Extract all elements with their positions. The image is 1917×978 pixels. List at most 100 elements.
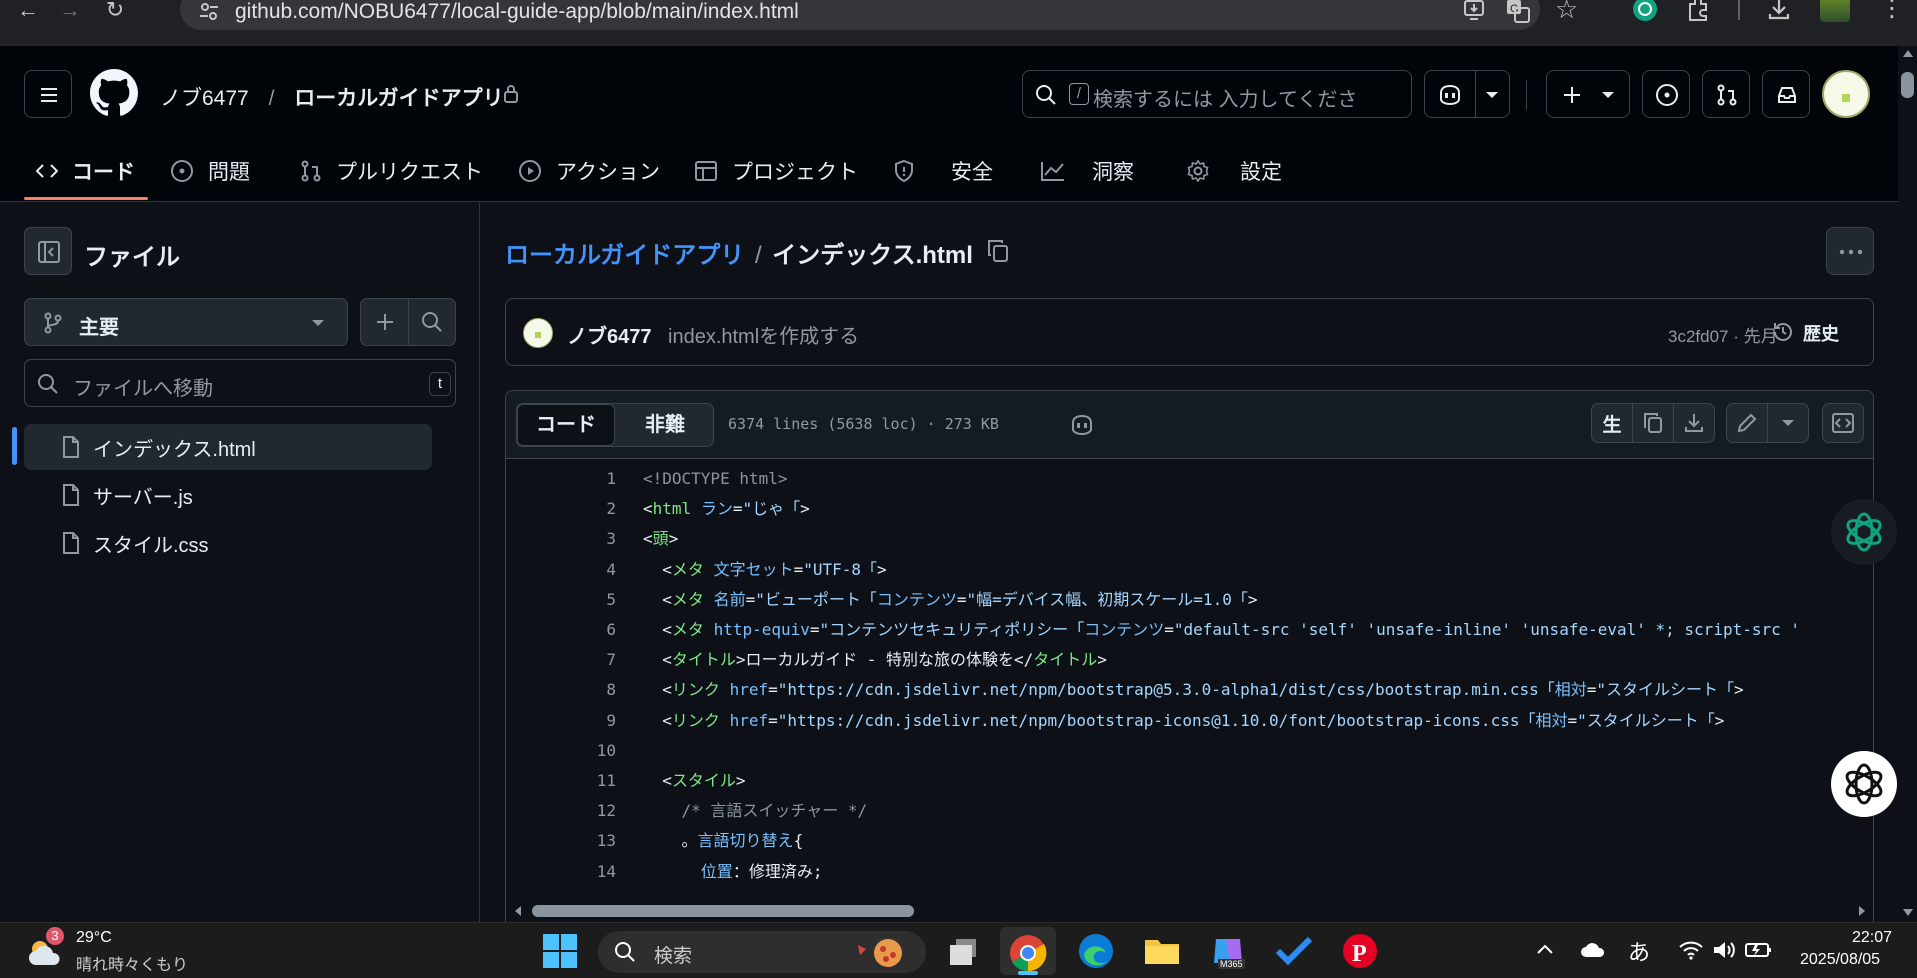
m365-copilot-taskbar-button[interactable]: M365 — [1208, 931, 1248, 971]
line-number[interactable]: 2 — [506, 494, 616, 524]
tab-settings[interactable]: 設定 — [1186, 151, 1282, 191]
file-tree-item[interactable]: スタイル.css — [24, 520, 432, 566]
history-link[interactable]: 歴史 — [1803, 320, 1839, 346]
site-info-icon[interactable] — [198, 0, 220, 22]
edit-options-dropdown[interactable] — [1767, 403, 1809, 443]
history-icon[interactable] — [1771, 320, 1795, 344]
line-number[interactable]: 9 — [506, 706, 616, 736]
line-number[interactable]: 11 — [506, 766, 616, 796]
line-number[interactable]: 4 — [506, 555, 616, 585]
commit-message[interactable]: index.htmlを作成する — [668, 320, 859, 349]
create-new-button[interactable] — [1546, 70, 1630, 118]
pull-requests-button[interactable] — [1702, 70, 1750, 118]
branch-selector[interactable]: 主要 — [24, 298, 348, 346]
tab-pull-requests[interactable]: プルリクエスト — [300, 151, 483, 191]
line-number[interactable]: 5 — [506, 585, 616, 615]
search-icon[interactable] — [421, 311, 443, 333]
profile-avatar[interactable] — [1820, 0, 1850, 22]
scroll-thumb[interactable] — [1901, 72, 1914, 98]
chatgpt-floating-button[interactable] — [1831, 499, 1897, 565]
chrome-taskbar-button[interactable] — [1000, 927, 1056, 975]
repo-link[interactable]: ローカルガイドアプリ — [294, 87, 503, 110]
more-options-button[interactable] — [1826, 227, 1874, 275]
wifi-icon[interactable] — [1678, 939, 1704, 961]
assistant-floating-button[interactable] — [1831, 751, 1897, 817]
inbox-button[interactable] — [1762, 70, 1810, 118]
github-logo-icon[interactable] — [90, 69, 138, 117]
goto-file-input[interactable]: ファイルへ移動 t — [24, 359, 456, 407]
line-number[interactable]: 6 — [506, 615, 616, 645]
search-input[interactable]: / 検索するには 入力してくださ — [1022, 70, 1412, 118]
start-button[interactable] — [540, 931, 580, 971]
task-view-button[interactable] — [944, 931, 984, 971]
scroll-up-arrow-icon[interactable] — [1902, 48, 1914, 58]
hamburger-menu-button[interactable] — [24, 70, 72, 118]
edge-taskbar-button[interactable] — [1076, 931, 1116, 971]
download-icon[interactable] — [1766, 0, 1792, 22]
symbols-panel-button[interactable] — [1822, 403, 1864, 443]
weather-widget[interactable]: 3 — [26, 927, 66, 973]
author-avatar[interactable] — [523, 318, 553, 348]
user-avatar[interactable] — [1822, 70, 1870, 118]
line-number[interactable]: 14 — [506, 857, 616, 887]
scroll-right-arrow-icon[interactable] — [1856, 905, 1868, 917]
chevron-down-icon[interactable] — [1485, 91, 1499, 99]
copy-raw-button[interactable] — [1632, 403, 1674, 443]
commit-author[interactable]: ノブ6477 — [567, 320, 652, 349]
scroll-left-arrow-icon[interactable] — [512, 905, 524, 917]
tray-overflow-chevron-icon[interactable] — [1536, 943, 1554, 955]
copy-path-icon[interactable] — [986, 238, 1010, 264]
copilot-button[interactable] — [1424, 70, 1510, 118]
bookmark-star-icon[interactable]: ☆ — [1555, 0, 1578, 25]
address-bar[interactable]: github.com/NOBU6477/local-guide-app/blob… — [180, 0, 1540, 30]
line-number[interactable]: 12 — [506, 796, 616, 826]
ime-indicator[interactable]: あ — [1628, 935, 1650, 967]
volume-icon[interactable] — [1712, 939, 1736, 961]
line-number[interactable]: 8 — [506, 675, 616, 705]
extensions-icon[interactable] — [1685, 0, 1711, 22]
page-vertical-scrollbar[interactable] — [1898, 46, 1917, 922]
tab-actions[interactable]: アクション — [518, 151, 660, 191]
menu-kebab-icon[interactable]: ⋮ — [1880, 0, 1904, 23]
collapse-sidebar-button[interactable] — [24, 227, 72, 275]
translate-icon[interactable]: G — [1505, 0, 1531, 24]
tab-insights[interactable]: 洞察 — [1040, 151, 1134, 191]
todo-taskbar-button[interactable] — [1274, 931, 1314, 971]
blame-view-tab[interactable]: 非難 — [617, 404, 713, 446]
pinterest-taskbar-button[interactable]: P — [1340, 931, 1380, 971]
tab-projects[interactable]: プロジェクト — [694, 151, 858, 191]
reload-icon[interactable]: ↻ — [97, 0, 133, 22]
battery-icon[interactable] — [1744, 939, 1772, 961]
edit-file-button[interactable] — [1726, 403, 1768, 443]
line-number[interactable]: 13 — [506, 826, 616, 856]
code-view-tab[interactable]: コード — [517, 404, 615, 446]
raw-button[interactable]: 生 — [1591, 403, 1633, 443]
url-text[interactable]: github.com/NOBU6477/local-guide-app/blob… — [235, 0, 799, 24]
copilot-icon[interactable] — [1069, 413, 1095, 437]
line-number[interactable]: 3 — [506, 524, 616, 554]
tab-code[interactable]: コード — [36, 151, 135, 191]
commit-meta[interactable]: 3c2fd07 · 先月 — [1668, 322, 1778, 347]
clock-time[interactable]: 22:07 — [1852, 929, 1892, 947]
scroll-down-arrow-icon[interactable] — [1902, 908, 1914, 918]
clock-date[interactable]: 2025/08/05 — [1800, 951, 1880, 969]
scroll-thumb[interactable] — [532, 905, 914, 917]
line-number[interactable]: 1 — [506, 464, 616, 494]
line-number[interactable]: 10 — [506, 736, 616, 766]
download-raw-button[interactable] — [1673, 403, 1715, 443]
file-tree-item[interactable]: サーバー.js — [24, 472, 432, 518]
chatgpt-extension-icon[interactable] — [1632, 0, 1658, 22]
forward-icon[interactable]: → — [52, 0, 88, 22]
horizontal-scrollbar[interactable] — [506, 899, 1873, 923]
onedrive-cloud-icon[interactable] — [1580, 941, 1606, 959]
install-app-icon[interactable] — [1462, 0, 1486, 22]
owner-link[interactable]: ノブ6477 — [160, 87, 249, 110]
file-tree-item[interactable]: インデックス.html — [24, 424, 432, 470]
taskbar-search[interactable]: 検索 — [598, 931, 926, 973]
breadcrumb-repo-link[interactable]: ローカルガイドアプリ — [505, 242, 744, 269]
tab-security[interactable]: 安全 — [893, 151, 993, 191]
add-file-icon[interactable] — [374, 311, 396, 333]
back-icon[interactable]: ← — [10, 0, 46, 22]
file-explorer-taskbar-button[interactable] — [1142, 931, 1182, 971]
issues-button[interactable] — [1642, 70, 1690, 118]
